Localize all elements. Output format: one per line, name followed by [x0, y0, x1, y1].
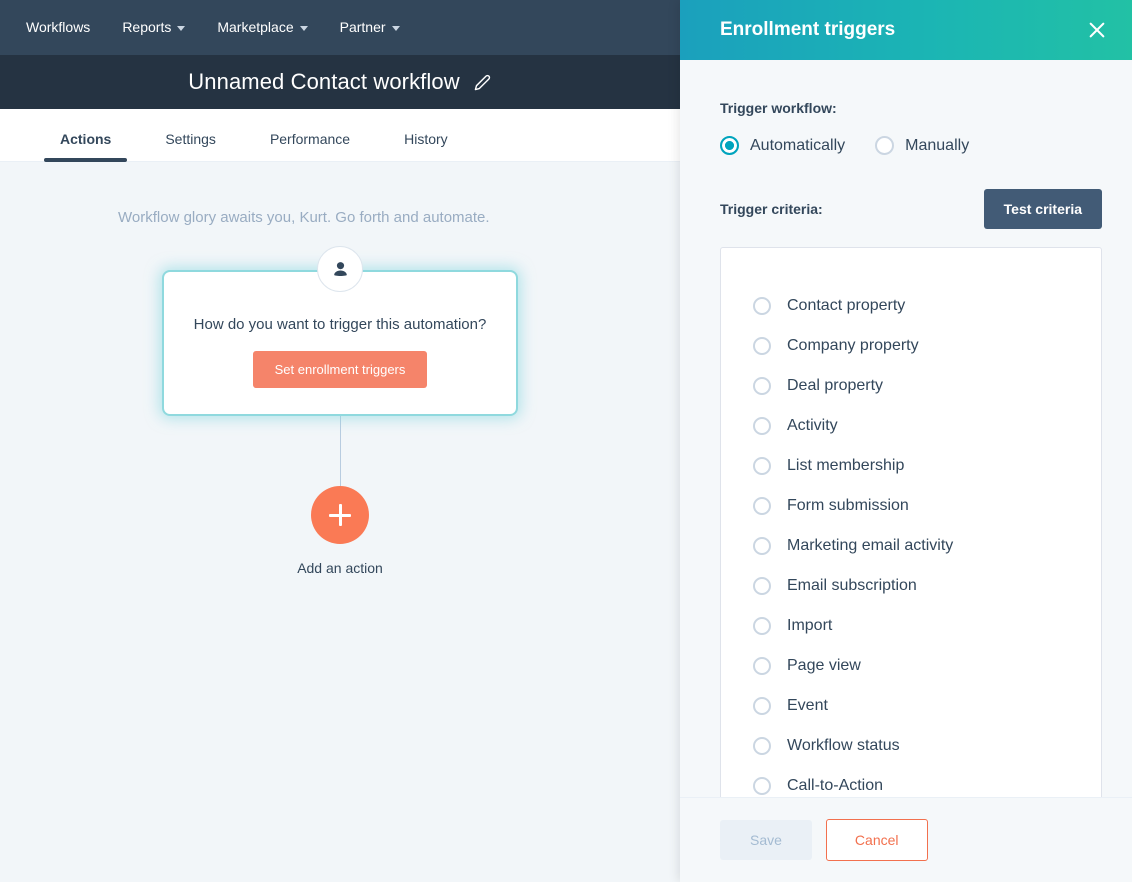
add-action-label: Add an action: [297, 560, 383, 576]
criteria-option-event[interactable]: Event: [721, 686, 1101, 726]
trigger-card: How do you want to trigger this automati…: [164, 272, 516, 414]
criteria-option-label: Marketing email activity: [787, 537, 954, 554]
radio-icon: [753, 337, 771, 355]
panel-header: Enrollment triggers: [680, 0, 1132, 60]
radio-icon: [753, 697, 771, 715]
tab-history[interactable]: History: [388, 131, 464, 161]
chevron-down-icon: [391, 26, 400, 31]
criteria-option-call-to-action[interactable]: Call-to-Action: [721, 766, 1101, 797]
nav-item-reports[interactable]: Reports: [106, 0, 201, 55]
radio-icon: [753, 377, 771, 395]
criteria-option-label: Page view: [787, 657, 861, 674]
tab-label: Performance: [269, 131, 351, 147]
trigger-criteria-list: Contact property Company property Deal p…: [720, 247, 1102, 797]
panel-footer: Save Cancel: [680, 797, 1132, 882]
panel-title: Enrollment triggers: [720, 19, 896, 40]
plus-icon: [329, 504, 351, 526]
criteria-option-label: Activity: [787, 417, 838, 434]
radio-icon: [753, 497, 771, 515]
criteria-option-label: List membership: [787, 457, 905, 474]
cancel-button[interactable]: Cancel: [825, 819, 928, 861]
criteria-option-label: Form submission: [787, 497, 909, 514]
criteria-option-label: Call-to-Action: [787, 777, 884, 794]
criteria-option-page-view[interactable]: Page view: [721, 646, 1101, 686]
save-button[interactable]: Save: [720, 820, 812, 860]
trigger-workflow-radio-group: Automatically Manually: [720, 136, 1102, 155]
radio-option-automatically[interactable]: Automatically: [720, 136, 845, 155]
radio-icon: [753, 737, 771, 755]
trigger-criteria-header: Trigger criteria: Test criteria: [720, 189, 1102, 229]
radio-option-manually[interactable]: Manually: [875, 136, 969, 155]
test-criteria-button[interactable]: Test criteria: [983, 189, 1102, 229]
criteria-option-workflow-status[interactable]: Workflow status: [721, 726, 1101, 766]
workflow-tabs: Actions Settings Performance History: [0, 109, 680, 162]
criteria-option-activity[interactable]: Activity: [721, 406, 1101, 446]
nav-item-workflows[interactable]: Workflows: [10, 0, 106, 55]
close-icon[interactable]: [1084, 17, 1110, 43]
radio-label: Automatically: [750, 136, 846, 154]
tab-label: Settings: [165, 131, 216, 147]
pencil-icon[interactable]: [474, 73, 492, 91]
radio-icon: [753, 457, 771, 475]
radio-icon: [753, 657, 771, 675]
radio-icon: [753, 297, 771, 315]
trigger-question: How do you want to trigger this automati…: [193, 316, 487, 333]
criteria-option-label: Deal property: [787, 377, 884, 394]
enrollment-triggers-panel: Enrollment triggers Trigger workflow: Au…: [680, 0, 1132, 882]
criteria-option-label: Import: [787, 617, 833, 634]
nav-item-partner[interactable]: Partner: [324, 0, 416, 55]
greeting-text: Workflow glory awaits you, Kurt. Go fort…: [118, 209, 490, 226]
criteria-option-label: Email subscription: [787, 577, 917, 594]
workflow-flow: How do you want to trigger this automati…: [0, 246, 680, 576]
criteria-option-label: Workflow status: [787, 737, 900, 754]
nav-item-label: Reports: [122, 19, 172, 35]
workflow-main-area: Workflows Reports Marketplace Partner Un…: [0, 0, 680, 882]
chevron-down-icon: [299, 26, 308, 31]
radio-icon: [753, 537, 771, 555]
criteria-option-contact-property[interactable]: Contact property: [721, 286, 1101, 326]
page-title: Unnamed Contact workflow: [188, 69, 460, 94]
radio-icon: [753, 417, 771, 435]
criteria-option-email-subscription[interactable]: Email subscription: [721, 566, 1101, 606]
contact-avatar-icon: [317, 246, 363, 292]
trigger-card-wrapper: How do you want to trigger this automati…: [164, 246, 516, 414]
criteria-option-import[interactable]: Import: [721, 606, 1101, 646]
trigger-workflow-label: Trigger workflow:: [720, 100, 837, 116]
panel-body: Trigger workflow: Automatically Manually…: [680, 60, 1132, 797]
tab-actions[interactable]: Actions: [44, 131, 128, 162]
nav-item-marketplace[interactable]: Marketplace: [201, 0, 323, 55]
criteria-option-label: Contact property: [787, 297, 906, 314]
top-navigation-bar: Workflows Reports Marketplace Partner: [0, 0, 680, 55]
flow-connector-line: [339, 414, 341, 486]
criteria-option-list-membership[interactable]: List membership: [721, 446, 1101, 486]
add-action-button[interactable]: [311, 486, 369, 544]
trigger-criteria-label: Trigger criteria:: [720, 201, 823, 217]
radio-icon: [875, 136, 895, 155]
tab-label: Actions: [60, 131, 112, 147]
workflow-canvas: Workflow glory awaits you, Kurt. Go fort…: [0, 162, 680, 882]
workflow-title-bar: Unnamed Contact workflow: [0, 55, 680, 109]
criteria-option-form-submission[interactable]: Form submission: [721, 486, 1101, 526]
tab-settings[interactable]: Settings: [149, 131, 232, 161]
radio-icon: [753, 777, 771, 795]
nav-item-label: Workflows: [26, 19, 91, 35]
radio-icon: [753, 577, 771, 595]
radio-icon-selected: [720, 136, 739, 155]
criteria-option-deal-property[interactable]: Deal property: [721, 366, 1101, 406]
tab-label: History: [404, 131, 448, 147]
radio-icon: [753, 617, 771, 635]
criteria-option-label: Company property: [787, 337, 919, 354]
nav-item-label: Marketplace: [217, 19, 294, 35]
chevron-down-icon: [177, 26, 186, 31]
tab-performance[interactable]: Performance: [254, 131, 366, 161]
criteria-option-marketing-email-activity[interactable]: Marketing email activity: [721, 526, 1101, 566]
criteria-option-label: Event: [787, 697, 828, 714]
criteria-option-company-property[interactable]: Company property: [721, 326, 1101, 366]
app-root: Workflows Reports Marketplace Partner Un…: [0, 0, 1132, 882]
radio-label: Manually: [905, 136, 970, 154]
set-enrollment-triggers-button[interactable]: Set enrollment triggers: [252, 351, 428, 388]
nav-item-label: Partner: [339, 19, 386, 35]
